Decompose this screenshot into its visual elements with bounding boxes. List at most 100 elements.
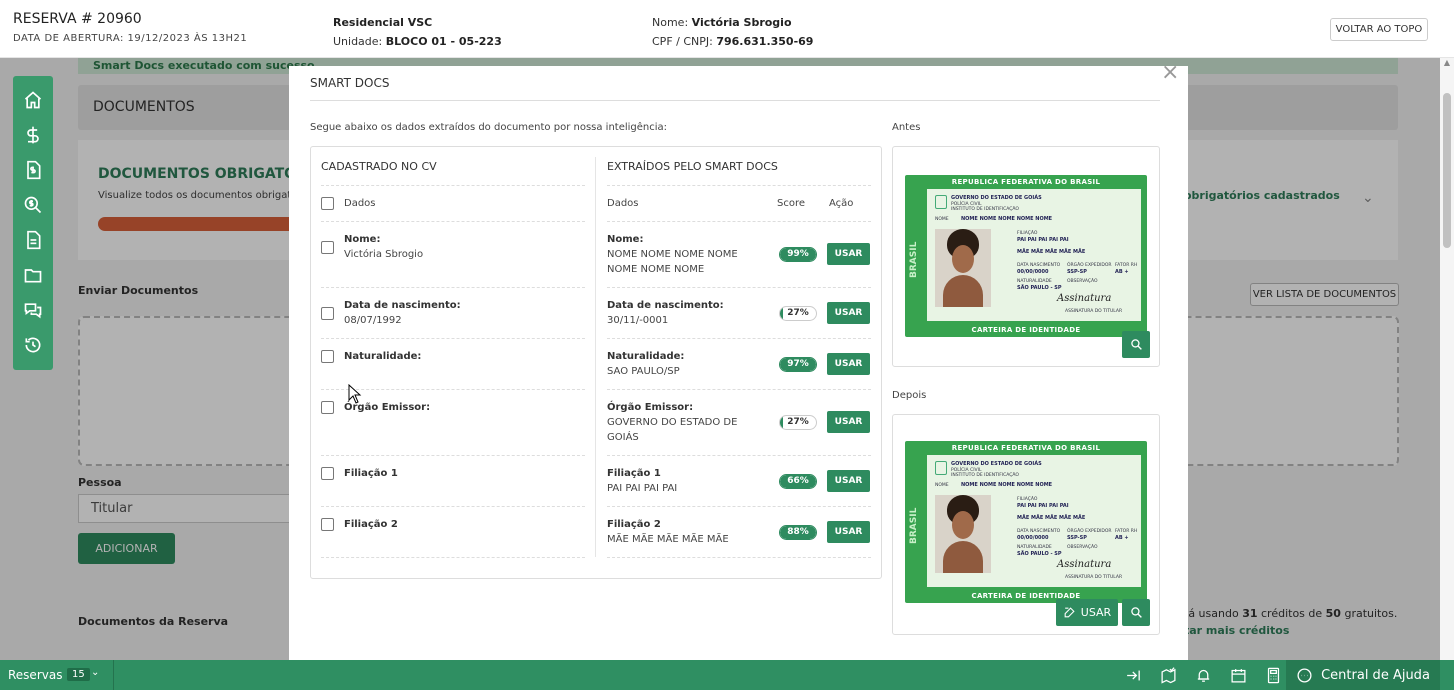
card-obs-label: OBSERVAÇÃO bbox=[1067, 545, 1098, 550]
card-issuer: SSP-SP bbox=[1067, 269, 1087, 275]
use-button[interactable]: USAR bbox=[827, 521, 870, 543]
id-photo bbox=[935, 229, 991, 307]
arrow-right-bar-icon[interactable] bbox=[1116, 660, 1151, 690]
card-mother: MÃE MÃE MÃE MÃE MÃE bbox=[1017, 515, 1086, 521]
card-birth-label: DATA NASCIMENTO bbox=[1017, 263, 1061, 268]
map-check-icon[interactable] bbox=[1151, 660, 1186, 690]
cv-label: Filiação 2 bbox=[344, 519, 398, 530]
card-birth-label: DATA NASCIMENTO bbox=[1017, 529, 1061, 534]
row-checkbox-filiacao2[interactable] bbox=[321, 518, 334, 531]
cv-label: Naturalidade: bbox=[344, 351, 422, 362]
row-divider bbox=[607, 389, 871, 390]
score-text: 27% bbox=[787, 417, 809, 427]
card-rh: AB + bbox=[1115, 269, 1129, 275]
back-to-top-button[interactable]: VOLTAR AO TOPO bbox=[1330, 18, 1428, 41]
cv-value: 08/07/1992 bbox=[344, 315, 402, 326]
card-birth: 00/00/0000 bbox=[1017, 269, 1049, 275]
card-country: REPUBLICA FEDERATIVA DO BRASIL bbox=[951, 178, 1101, 186]
id-card-image-processed: REPUBLICA FEDERATIVA DO BRASIL BRASIL GO… bbox=[905, 441, 1147, 603]
row-divider bbox=[607, 455, 871, 456]
help-center-button[interactable]: Central de Ajuda bbox=[1286, 660, 1440, 690]
chat-bubble-icon bbox=[1297, 667, 1312, 683]
zoom-before-button[interactable] bbox=[1122, 331, 1150, 358]
card-issuer-label: ÓRGÃO EXPEDIDOR bbox=[1067, 529, 1112, 534]
card-mother: MÃE MÃE MÃE MÃE MÃE bbox=[1017, 249, 1086, 255]
scroll-thumb[interactable] bbox=[1443, 93, 1451, 248]
column-divider bbox=[595, 157, 596, 557]
card-type: CARTEIRA DE IDENTIDADE bbox=[971, 326, 1081, 334]
edit-icon bbox=[1064, 607, 1075, 618]
row-checkbox-filiacao1[interactable] bbox=[321, 467, 334, 480]
card-natural-label: NATURALIDADE bbox=[1017, 545, 1052, 550]
row-checkbox-naturalidade[interactable] bbox=[321, 350, 334, 363]
card-sign-sub: ASSINATURA DO TITULAR bbox=[1065, 575, 1123, 580]
smart-label: Filiação 1 bbox=[607, 468, 661, 479]
row-divider bbox=[321, 557, 585, 558]
row-divider bbox=[321, 338, 585, 339]
cpf-value: 796.631.350-69 bbox=[716, 35, 814, 48]
dollar-icon[interactable] bbox=[13, 120, 53, 150]
select-all-checkbox[interactable] bbox=[321, 197, 334, 210]
reservations-label[interactable]: Reservas bbox=[8, 668, 62, 682]
card-side-text: BRASIL bbox=[909, 241, 919, 279]
use-button[interactable]: USAR bbox=[827, 243, 870, 265]
row-divider bbox=[607, 185, 871, 186]
calendar-icon[interactable] bbox=[1221, 660, 1256, 690]
card-rh: AB + bbox=[1115, 535, 1129, 541]
unit-value: BLOCO 01 - 05-223 bbox=[385, 35, 502, 48]
row-checkbox-nascimento[interactable] bbox=[321, 307, 334, 320]
use-button[interactable]: USAR bbox=[827, 302, 870, 324]
home-icon[interactable] bbox=[13, 85, 53, 115]
chevron-down-icon[interactable]: ⌄ bbox=[91, 667, 99, 678]
smart-value: PAI PAI PAI PAI bbox=[607, 483, 678, 494]
folder-icon[interactable] bbox=[13, 260, 53, 290]
close-icon[interactable]: × bbox=[1161, 62, 1179, 84]
card-gov-sub2: INSTITUTO DE IDENTIFICAÇÃO bbox=[951, 473, 1019, 478]
row-divider bbox=[321, 185, 585, 186]
card-name: NOME NOME NOME NOME NOME bbox=[961, 482, 1053, 488]
smart-value: GOVERNO DO ESTADO DE GOIÁS bbox=[607, 417, 738, 443]
history-icon[interactable] bbox=[13, 330, 53, 360]
action-header: Ação bbox=[829, 198, 854, 209]
card-natural: SÃO PAULO - SP bbox=[1017, 285, 1062, 291]
client-info: Nome: Victória Sbrogio CPF / CNPJ: 796.6… bbox=[652, 13, 813, 51]
help-center-label: Central de Ajuda bbox=[1321, 667, 1430, 683]
row-checkbox-nome[interactable] bbox=[321, 241, 334, 254]
zoom-after-button[interactable] bbox=[1122, 599, 1150, 626]
use-button[interactable]: USAR bbox=[827, 470, 870, 492]
score-text: 99% bbox=[787, 249, 809, 259]
row-checkbox-orgao[interactable] bbox=[321, 401, 334, 414]
card-inner: GOVERNO DO ESTADO DE GOIÁS POLÍCIA CIVIL… bbox=[927, 189, 1141, 321]
bell-icon[interactable] bbox=[1186, 660, 1221, 690]
cpf-label: CPF / CNPJ: bbox=[652, 35, 713, 48]
opening-date: DATA DE ABERTURA: 19/12/2023 ÀS 13H21 bbox=[13, 33, 248, 44]
id-card-image: REPUBLICA FEDERATIVA DO BRASIL BRASIL GO… bbox=[905, 175, 1147, 337]
cv-label: Nome: bbox=[344, 234, 381, 245]
use-button[interactable]: USAR bbox=[827, 411, 870, 433]
page-scrollbar[interactable]: ▲ bbox=[1440, 58, 1454, 660]
smart-value: SAO PAULO/SP bbox=[607, 366, 680, 377]
search-dollar-icon[interactable] bbox=[13, 190, 53, 220]
comparison-table: CADASTRADO NO CV EXTRAÍDOS PELO SMART DO… bbox=[310, 146, 882, 579]
row-divider bbox=[321, 221, 585, 222]
chat-icon[interactable] bbox=[13, 295, 53, 325]
document-icon[interactable] bbox=[13, 225, 53, 255]
bar-divider bbox=[113, 660, 114, 690]
seal-icon bbox=[935, 461, 947, 475]
score-text: 66% bbox=[787, 476, 809, 486]
property-name: Residencial VSC bbox=[333, 16, 433, 29]
bottom-icons bbox=[1116, 660, 1291, 690]
modal-title: SMART DOCS bbox=[310, 76, 390, 90]
modal-divider bbox=[310, 100, 1160, 101]
after-label: Depois bbox=[892, 390, 927, 401]
row-divider bbox=[607, 287, 871, 288]
invoice-icon[interactable] bbox=[13, 155, 53, 185]
row-divider bbox=[321, 455, 585, 456]
score-badge: 66% bbox=[779, 474, 817, 489]
row-divider bbox=[321, 506, 585, 507]
score-text: 88% bbox=[787, 527, 809, 537]
use-button[interactable]: USAR bbox=[827, 353, 870, 375]
scroll-up-arrow-icon[interactable]: ▲ bbox=[1440, 58, 1454, 72]
dados-header-right: Dados bbox=[607, 198, 639, 209]
use-processed-image-button[interactable]: USAR bbox=[1056, 599, 1118, 626]
